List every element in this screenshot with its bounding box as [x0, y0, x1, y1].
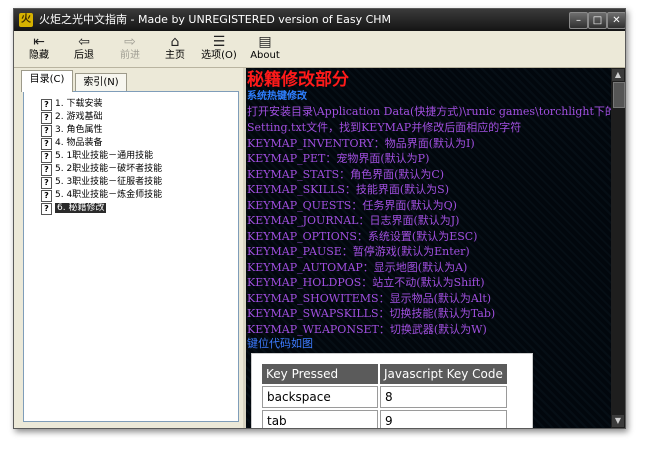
section-subtitle: 系统热键修改	[247, 91, 307, 102]
keymap-line: KEYMAP_SWAPSKILLS：切换技能(默认为Tab)	[247, 307, 496, 320]
options-button[interactable]: ☰ 选项(O)	[194, 33, 244, 65]
key-code-table-panel: Key Pressed Javascript Key Code backspac…	[251, 353, 533, 428]
back-button[interactable]: ⇦ 后退	[59, 33, 109, 65]
keymap-line: KEYMAP_STATS：角色界面(默认为C)	[247, 168, 445, 181]
hide-button[interactable]: ⇤ 隐藏	[14, 33, 64, 65]
toolbar: ⇤ 隐藏 ⇦ 后退 ⇨ 前进 ⌂ 主页 ☰ 选项(O) ▤ About	[14, 31, 625, 68]
hide-icon: ⇤	[33, 34, 45, 50]
tree-item[interactable]: ? 5. 2职业技能－破坏者技能	[41, 163, 162, 176]
hide-label: 隐藏	[29, 50, 49, 61]
column-header: Javascript Key Code	[380, 364, 507, 384]
content-pane: 秘籍修改部分 系统热键修改 打开安装目录\Application Data(快捷…	[246, 68, 611, 428]
tree-item[interactable]: ? 5. 4职业技能－炼金师技能	[41, 189, 162, 202]
home-icon: ⌂	[170, 34, 180, 50]
help-page-icon: ?	[41, 125, 52, 137]
help-page-icon: ?	[41, 190, 52, 202]
intro-line: 打开安装目录\Application Data(快捷方式)\runic game…	[247, 105, 611, 118]
options-label: 选项(O)	[201, 50, 237, 61]
keymap-line: KEYMAP_OPTIONS：系统设置(默认为ESC)	[247, 230, 478, 243]
keymap-line: KEYMAP_INVENTORY：物品界面(默认为I)	[247, 137, 475, 150]
scroll-thumb[interactable]	[613, 82, 625, 108]
key-code-table: Key Pressed Javascript Key Code backspac…	[260, 362, 509, 428]
scroll-up-button[interactable]: ▲	[612, 69, 624, 81]
about-label: About	[250, 50, 280, 61]
table-cell: tab	[262, 410, 378, 428]
keymap-line: KEYMAP_SHOWITEMS：显示物品(默认为Alt)	[247, 292, 492, 305]
navigation-pane: 目录(C) 索引(N) ? 1. 下载安装 ? 2. 游戏基础 ? 3. 角色属性 ?…	[14, 68, 243, 428]
keymap-line: KEYMAP_JOURNAL：日志界面(默认为J)	[247, 214, 460, 227]
tab-contents[interactable]: 目录(C)	[21, 70, 73, 92]
home-button[interactable]: ⌂ 主页	[150, 33, 200, 65]
tree-item[interactable]: ? 3. 角色属性	[41, 124, 102, 137]
key-code-caption: 键位代码如图	[247, 337, 313, 350]
help-page-icon: ?	[41, 177, 52, 189]
scroll-down-button[interactable]: ▼	[612, 415, 624, 427]
keymap-line: KEYMAP_PET：宠物界面(默认为P)	[247, 152, 430, 165]
column-header: Key Pressed	[262, 364, 378, 384]
options-icon: ☰	[212, 34, 226, 50]
chm-viewer-window: 火 火炬之光中文指南 - Made by UNREGISTERED versio…	[13, 8, 626, 429]
table-cell: 9	[380, 410, 507, 428]
tree-item[interactable]: ? 5. 3职业技能－征服者技能	[41, 176, 162, 189]
app-icon: 火	[19, 13, 33, 27]
minimize-button[interactable]: –	[569, 12, 588, 29]
help-page-icon: ?	[41, 99, 52, 111]
forward-button[interactable]: ⇨ 前进	[105, 33, 155, 65]
tree-item[interactable]: ? 1. 下载安装	[41, 98, 102, 111]
back-label: 后退	[74, 50, 94, 61]
content-scrollbar[interactable]: ▲ ▼	[611, 68, 625, 428]
contents-tree: ? 1. 下载安装 ? 2. 游戏基础 ? 3. 角色属性 ? 4. 物品装备 ? 5. …	[23, 91, 239, 422]
tree-item[interactable]: ? 4. 物品装备	[41, 137, 102, 150]
help-page-icon: ?	[41, 151, 52, 163]
maximize-button[interactable]: □	[588, 12, 607, 29]
help-page-icon: ?	[41, 112, 52, 124]
page-title: 秘籍修改部分	[247, 70, 349, 90]
tab-index[interactable]: 索引(N)	[75, 73, 127, 92]
table-row: backspace 8	[262, 386, 507, 408]
window-title: 火炬之光中文指南 - Made by UNREGISTERED version …	[39, 13, 392, 26]
about-button[interactable]: ▤ About	[240, 33, 290, 65]
help-page-icon: ?	[41, 203, 52, 215]
back-arrow-icon: ⇦	[78, 34, 90, 50]
about-icon: ▤	[258, 34, 272, 50]
tree-item-selected[interactable]: ? 6. 秘籍修改	[41, 202, 107, 215]
help-page-icon: ?	[41, 164, 52, 176]
close-button[interactable]: ✕	[607, 12, 625, 29]
table-cell: backspace	[262, 386, 378, 408]
keymap-line: KEYMAP_SKILLS：技能界面(默认为S)	[247, 183, 449, 196]
tree-item[interactable]: ? 5. 1职业技能－通用技能	[41, 150, 153, 163]
forward-arrow-icon: ⇨	[124, 34, 136, 50]
table-cell: 8	[380, 386, 507, 408]
table-row: tab 9	[262, 410, 507, 428]
help-page-icon: ?	[41, 138, 52, 150]
keymap-line: KEYMAP_PAUSE：暂停游戏(默认为Enter)	[247, 245, 470, 258]
intro-line: Setting.txt文件，找到KEYMAP并修改后面相应的字符	[247, 121, 522, 134]
keymap-line: KEYMAP_QUESTS：任务界面(默认为Q)	[247, 199, 457, 212]
keymap-line: KEYMAP_WEAPONSET：切换武器(默认为W)	[247, 323, 487, 336]
home-label: 主页	[165, 50, 185, 61]
forward-label: 前进	[120, 50, 140, 61]
keymap-line: KEYMAP_AUTOMAP：显示地图(默认为A)	[247, 261, 468, 274]
keymap-line: KEYMAP_HOLDPOS：站立不动(默认为Shift)	[247, 276, 485, 289]
tree-item[interactable]: ? 2. 游戏基础	[41, 111, 102, 124]
title-bar[interactable]: 火 火炬之光中文指南 - Made by UNREGISTERED versio…	[14, 9, 625, 31]
